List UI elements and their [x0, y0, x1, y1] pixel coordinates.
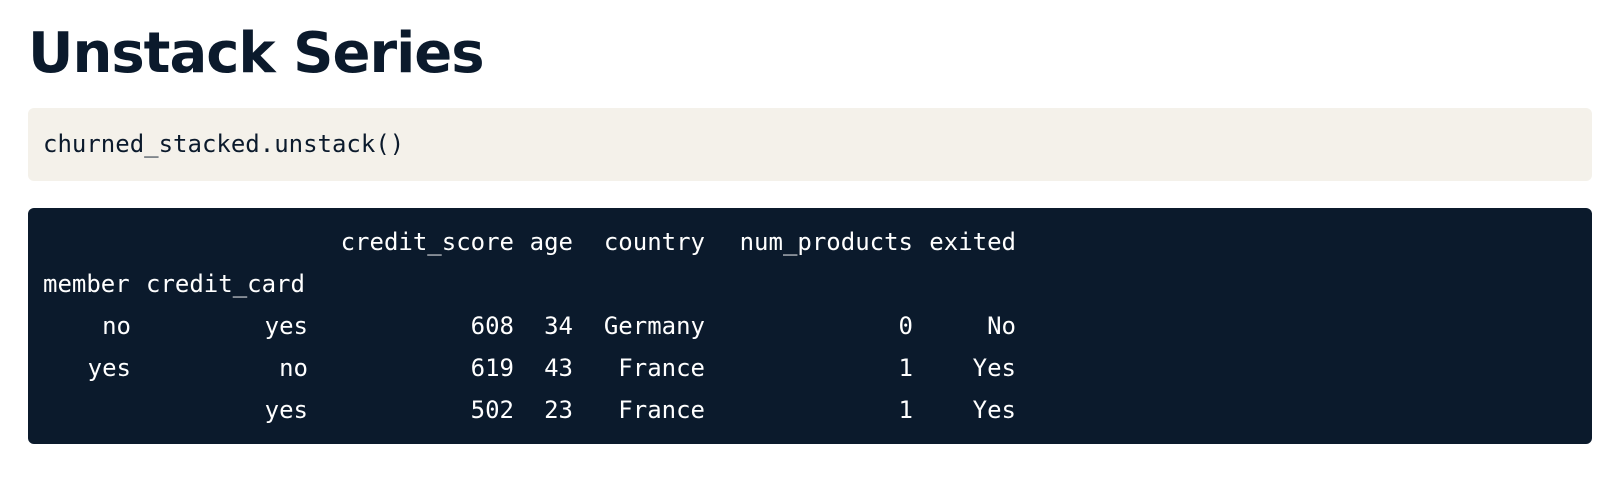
cell-exited: Yes — [972, 396, 1016, 424]
column-header: country — [603, 228, 705, 256]
table-row: no yes 608 34 Germany 0 No — [28, 312, 1592, 354]
code-input-block[interactable]: churned_stacked.unstack() — [28, 108, 1592, 181]
cell-num-products: 0 — [898, 312, 913, 340]
cell-country: France — [618, 354, 705, 382]
index-member: no — [102, 312, 131, 340]
cell-credit-score: 619 — [470, 354, 514, 382]
cell-age: 43 — [544, 354, 573, 382]
index-credit-card: yes — [264, 396, 308, 424]
index-header: credit_card — [146, 270, 305, 298]
output-table: credit_score age country num_products ex… — [28, 228, 1592, 438]
index-member: yes — [87, 354, 131, 382]
cell-exited: Yes — [972, 354, 1016, 382]
column-header: num_products — [739, 228, 913, 256]
page-title: Unstack Series — [28, 21, 485, 86]
table-row: yes 502 23 France 1 Yes — [28, 396, 1592, 438]
page: Unstack Series churned_stacked.unstack()… — [0, 0, 1618, 478]
cell-credit-score: 608 — [470, 312, 514, 340]
cell-country: France — [618, 396, 705, 424]
cell-num-products: 1 — [898, 396, 913, 424]
index-credit-card: yes — [264, 312, 308, 340]
index-header: member — [43, 270, 130, 298]
cell-exited: No — [987, 312, 1016, 340]
column-header: age — [529, 228, 573, 256]
index-credit-card: no — [279, 354, 308, 382]
output-index-header-row: member credit_card — [28, 270, 1592, 312]
column-header: exited — [929, 228, 1016, 256]
table-row: yes no 619 43 France 1 Yes — [28, 354, 1592, 396]
cell-num-products: 1 — [898, 354, 913, 382]
cell-age: 34 — [544, 312, 573, 340]
cell-age: 23 — [544, 396, 573, 424]
cell-credit-score: 502 — [470, 396, 514, 424]
code-output-block: credit_score age country num_products ex… — [28, 208, 1592, 444]
cell-country: Germany — [603, 312, 705, 340]
column-header: credit_score — [340, 228, 514, 256]
output-header-row: credit_score age country num_products ex… — [28, 228, 1592, 270]
code-input-text: churned_stacked.unstack() — [43, 130, 405, 158]
